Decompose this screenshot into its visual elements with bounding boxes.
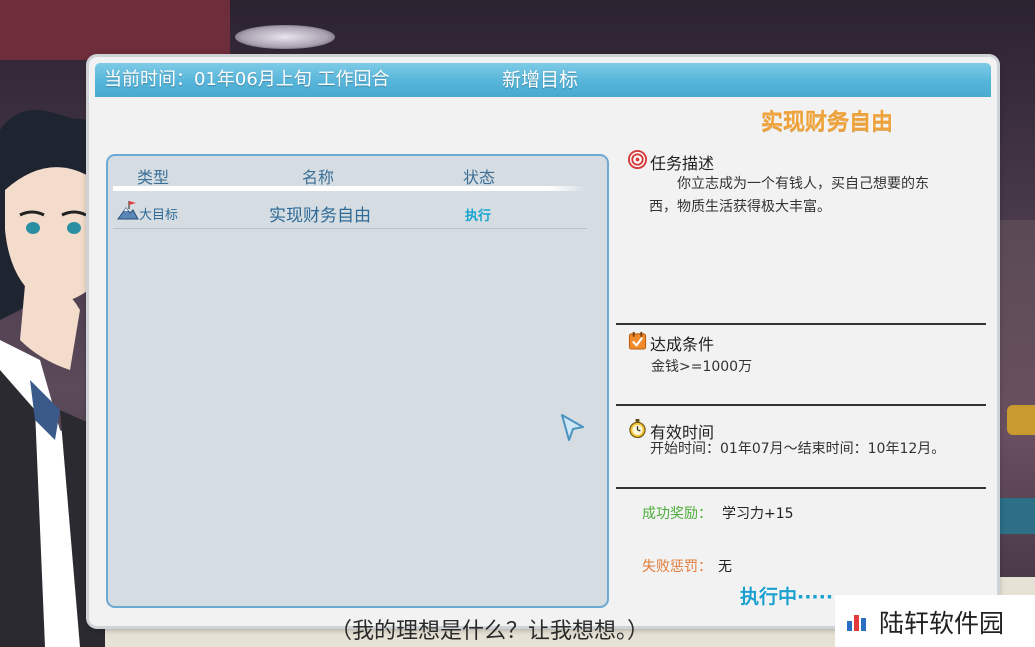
goal-type-label: 大目标	[139, 208, 179, 223]
goal-title: 实现财务自由	[760, 110, 893, 135]
goal-status-label: 执行	[465, 209, 492, 224]
background-chair	[1007, 405, 1035, 435]
stopwatch-icon	[629, 419, 646, 438]
condition-label: 达成条件	[650, 335, 715, 354]
dialogue-subtitle: （我的理想是什么？让我想想。）	[330, 619, 650, 644]
watermark-text: 陆轩软件园	[879, 609, 1005, 638]
goal-list-panel: 类型 名称 状态 大目标 实现财务自由 执行	[106, 154, 609, 608]
target-icon	[628, 150, 647, 169]
dialog-title: 新增目标	[502, 69, 579, 91]
penalty-value: 无	[718, 559, 732, 575]
penalty-label: 失败惩罚：	[642, 559, 712, 575]
column-header-status: 状态	[463, 168, 496, 187]
condition-value: 金钱>=1000万	[651, 359, 753, 375]
dialog-title-bar: 当前时间：01年06月上旬 工作回合 新增目标	[95, 63, 991, 97]
checklist-icon	[628, 331, 647, 350]
reward-label: 成功奖励：	[642, 506, 712, 522]
watermark: 陆轩软件园	[835, 595, 1035, 647]
section-divider-2	[616, 404, 986, 406]
watermark-logo-icon	[847, 615, 866, 631]
current-time-text: 当前时间：01年06月上旬 工作回合	[104, 69, 390, 90]
summit-flag-icon	[117, 201, 139, 220]
ceiling-lamp	[235, 25, 335, 49]
description-label: 任务描述	[650, 154, 715, 173]
background-wall	[0, 0, 230, 60]
section-divider-1	[616, 323, 986, 325]
goal-name-label: 实现财务自由	[269, 206, 371, 226]
goal-description: 你立志成为一个有钱人，买自己想要的东西，物质生活获得极大丰富。	[649, 176, 929, 215]
new-goal-dialog: 当前时间：01年06月上旬 工作回合 新增目标 类型 名称 状态 大目标 实现财…	[89, 57, 997, 626]
section-divider-3	[616, 487, 986, 489]
mouse-cursor-icon	[561, 414, 584, 441]
goal-list-row[interactable]: 大目标 实现财务自由 执行	[113, 194, 587, 229]
reward-value: 学习力+15	[722, 506, 794, 522]
valid-time-value: 开始时间：01年07月～结束时间：10年12月。	[650, 441, 946, 457]
execution-status-text: 执行中······	[740, 586, 841, 608]
header-divider	[113, 186, 587, 191]
column-header-type: 类型	[137, 168, 170, 187]
column-header-name: 名称	[302, 168, 335, 187]
background-furniture	[997, 498, 1035, 534]
